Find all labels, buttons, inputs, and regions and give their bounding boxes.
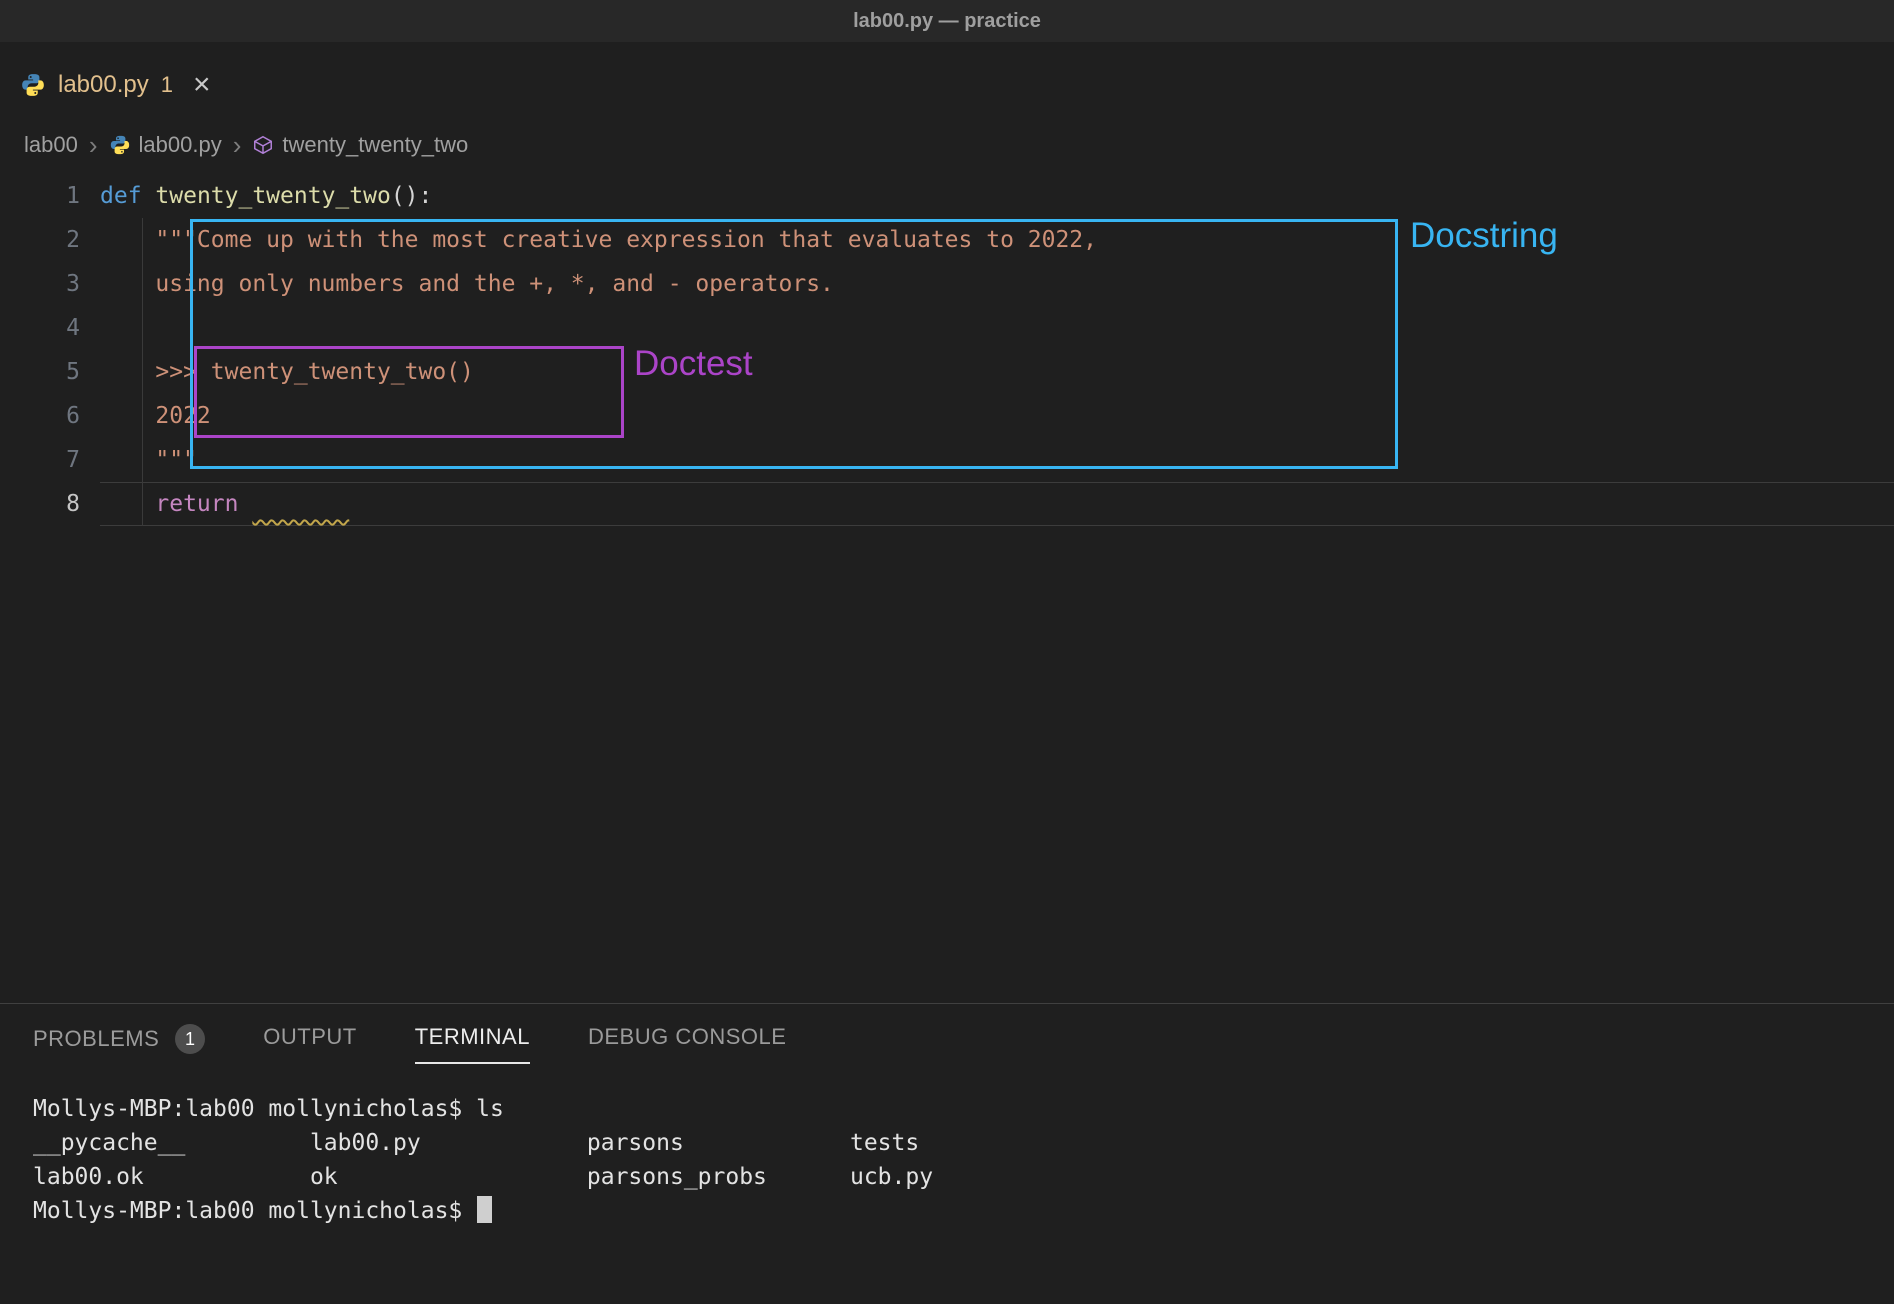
- panel-tab-label: DEBUG CONSOLE: [588, 1024, 786, 1050]
- terminal-line: Mollys-MBP:lab00 mollynicholas$: [33, 1194, 1894, 1228]
- code-line-8[interactable]: 8 return: [0, 482, 1894, 526]
- code-token: [100, 271, 155, 297]
- code-token: def: [100, 183, 142, 209]
- code-token: [100, 359, 155, 385]
- code-text: return: [100, 482, 1894, 526]
- code-token: [142, 183, 156, 209]
- terminal-line: lab00.ok ok parsons_probs ucb.py: [33, 1160, 1894, 1194]
- line-number: 3: [0, 262, 100, 306]
- code-line-2[interactable]: 2 """Come up with the most creative expr…: [0, 218, 1894, 262]
- line-number: 1: [0, 174, 100, 218]
- titlebar: lab00.py — practice: [0, 0, 1894, 42]
- code-text: """Come up with the most creative expres…: [100, 218, 1894, 262]
- panel-tab-label: OUTPUT: [263, 1024, 356, 1050]
- code-token: 2022: [155, 403, 210, 429]
- breadcrumb-item-symbol[interactable]: twenty_twenty_two: [252, 132, 468, 158]
- panel-tab-output[interactable]: OUTPUT: [263, 1024, 356, 1062]
- panel-tabs: PROBLEMS 1 OUTPUT TERMINAL DEBUG CONSOLE: [0, 1004, 1894, 1066]
- python-icon: [20, 72, 46, 98]
- tab-lab00py[interactable]: lab00.py 1 ×: [0, 54, 235, 116]
- code-text: >>> twenty_twenty_two(): [100, 350, 1894, 394]
- terminal-cursor: [477, 1196, 492, 1223]
- line-number: 4: [0, 306, 100, 350]
- line-number: 6: [0, 394, 100, 438]
- code-text: def twenty_twenty_two():: [100, 174, 1894, 218]
- code-line-6[interactable]: 6 2022: [0, 394, 1894, 438]
- breadcrumb: lab00 › lab00.py › twenty_twenty_two: [0, 116, 1894, 174]
- code-token: twenty_twenty_two: [155, 183, 390, 209]
- chevron-right-icon: ›: [89, 132, 98, 158]
- terminal-line: Mollys-MBP:lab00 mollynicholas$ ls: [33, 1092, 1894, 1126]
- panel-tab-label: PROBLEMS: [33, 1026, 159, 1052]
- tab-close-icon[interactable]: ×: [193, 70, 211, 100]
- window-title: lab00.py — practice: [853, 10, 1041, 33]
- breadcrumb-label: lab00.py: [139, 132, 222, 158]
- breadcrumb-item-lab00[interactable]: lab00: [24, 132, 78, 158]
- code-editor[interactable]: 1def twenty_twenty_two():2 """Come up wi…: [0, 174, 1894, 1003]
- panel-tab-terminal[interactable]: TERMINAL: [415, 1024, 530, 1064]
- terminal-content[interactable]: Mollys-MBP:lab00 mollynicholas$ ls__pyca…: [0, 1066, 1894, 1228]
- vscode-window: { "colors": { "background": "#1f1f1f", "…: [0, 0, 1894, 1304]
- code-text: [100, 306, 1894, 350]
- line-number: 8: [0, 482, 100, 526]
- terminal-line: __pycache__ lab00.py parsons tests: [33, 1126, 1894, 1160]
- code-line-5[interactable]: 5 >>> twenty_twenty_two(): [0, 350, 1894, 394]
- indent-guide: [142, 218, 143, 526]
- breadcrumb-label: lab00: [24, 132, 78, 158]
- python-icon: [109, 134, 131, 156]
- problems-count-badge: 1: [175, 1024, 205, 1054]
- symbol-cube-icon: [252, 134, 274, 156]
- code-line-4[interactable]: 4: [0, 306, 1894, 350]
- panel-tab-label: TERMINAL: [415, 1024, 530, 1050]
- breadcrumb-item-lab00py[interactable]: lab00.py: [109, 132, 222, 158]
- line-number: 2: [0, 218, 100, 262]
- chevron-right-icon: ›: [233, 132, 242, 158]
- code-token: """Come up with the most creative expres…: [155, 227, 1097, 253]
- code-token: [238, 491, 252, 517]
- code-line-3[interactable]: 3 using only numbers and the +, *, and -…: [0, 262, 1894, 306]
- code-token: ():: [391, 183, 433, 209]
- tab-modified-badge: 1: [161, 72, 173, 98]
- tab-label: lab00.py: [58, 71, 149, 99]
- panel-tab-problems[interactable]: PROBLEMS 1: [33, 1024, 205, 1066]
- bottom-panel: PROBLEMS 1 OUTPUT TERMINAL DEBUG CONSOLE Mol…: [0, 1003, 1894, 1304]
- code-token: using only numbers and the +, *, and - o…: [155, 271, 834, 297]
- code-text: """: [100, 438, 1894, 482]
- code-text: using only numbers and the +, *, and - o…: [100, 262, 1894, 306]
- line-number: 5: [0, 350, 100, 394]
- line-number: 7: [0, 438, 100, 482]
- code-text: 2022: [100, 394, 1894, 438]
- tab-bar: lab00.py 1 ×: [0, 42, 1894, 116]
- code-token: >>> twenty_twenty_two(): [155, 359, 474, 385]
- warning-squiggle: [252, 491, 349, 517]
- code-token: """: [155, 447, 197, 473]
- panel-tab-debug-console[interactable]: DEBUG CONSOLE: [588, 1024, 786, 1062]
- code-token: [100, 447, 155, 473]
- code-token: [100, 491, 155, 517]
- doctest-annotation-label: Doctest: [634, 342, 753, 386]
- code-line-1[interactable]: 1def twenty_twenty_two():: [0, 174, 1894, 218]
- code-line-7[interactable]: 7 """: [0, 438, 1894, 482]
- code-token: return: [155, 491, 238, 517]
- code-lines: 1def twenty_twenty_two():2 """Come up wi…: [0, 174, 1894, 526]
- docstring-annotation-label: Docstring: [1410, 214, 1558, 258]
- code-token: [100, 403, 155, 429]
- breadcrumb-label: twenty_twenty_two: [282, 132, 468, 158]
- code-token: [100, 227, 155, 253]
